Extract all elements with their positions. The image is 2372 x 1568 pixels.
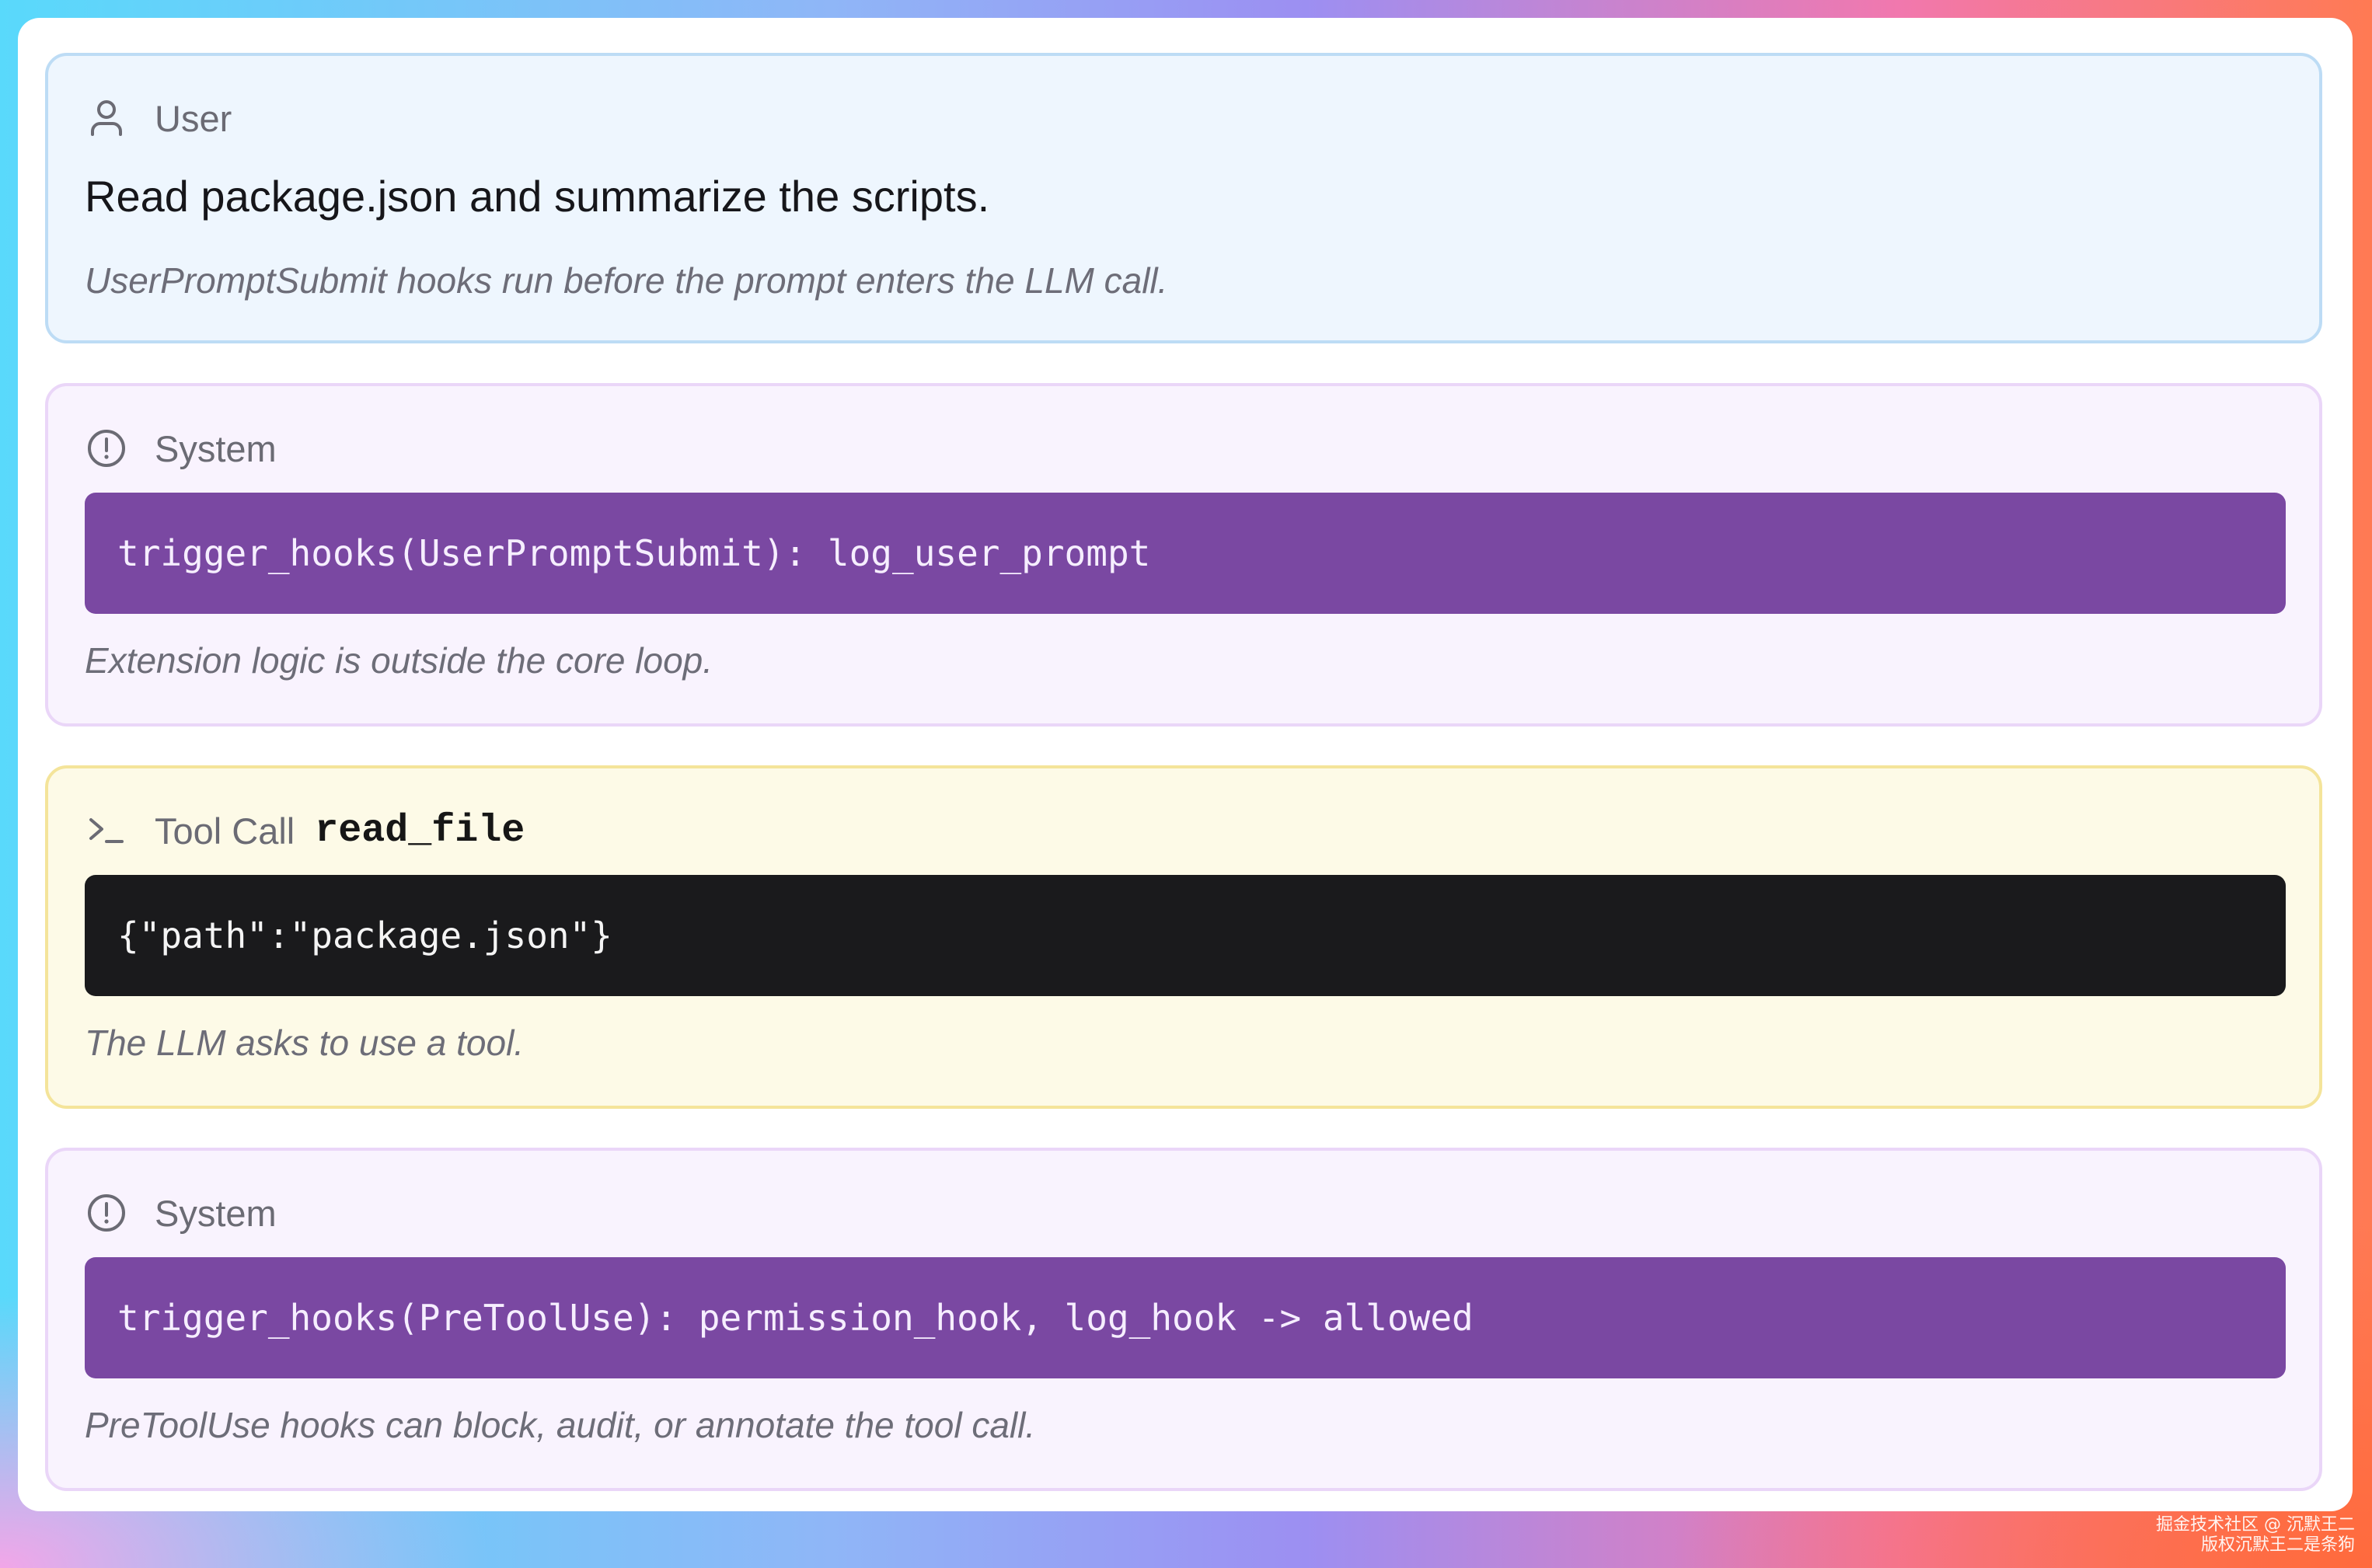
hook-trigger-code: trigger_hooks(PreToolUse): permission_ho… — [85, 1257, 2286, 1378]
watermark-line: 掘金技术社区 @ 沉默王二 — [2156, 1515, 2355, 1535]
role-label: User — [155, 97, 232, 139]
user-message-card: User Read package.json and summarize the… — [45, 53, 2322, 343]
message-note: The LLM asks to use a tool. — [85, 1023, 525, 1063]
message-note: UserPromptSubmit hooks run before the pr… — [85, 260, 1168, 301]
alert-circle-icon — [85, 1191, 128, 1235]
system-message-card: System trigger_hooks(UserPromptSubmit): … — [45, 383, 2322, 727]
message-header: System — [85, 1191, 277, 1235]
message-note: PreToolUse hooks can block, audit, or an… — [85, 1405, 1036, 1445]
tool-name: read_file — [315, 808, 525, 853]
alert-circle-icon — [85, 427, 128, 470]
watermark-line: 版权沉默王二是条狗 — [2200, 1535, 2355, 1555]
role-label: System — [155, 1192, 277, 1234]
message-header: System — [85, 427, 277, 470]
system-message-card: System trigger_hooks(PreToolUse): permis… — [45, 1148, 2322, 1491]
terminal-prompt-icon — [85, 809, 128, 852]
message-header: Tool Call read_file — [85, 808, 525, 853]
message-header: User — [85, 96, 232, 140]
role-label: System — [155, 427, 277, 469]
hook-trigger-code: trigger_hooks(UserPromptSubmit): log_use… — [85, 493, 2286, 614]
role-label: Tool Call — [155, 810, 295, 852]
message-note: Extension logic is outside the core loop… — [85, 640, 713, 681]
user-message-text: Read package.json and summarize the scri… — [85, 172, 990, 221]
conversation-panel: User Read package.json and summarize the… — [18, 18, 2353, 1511]
watermark: 掘金技术社区 @ 沉默王二 版权沉默王二是条狗 — [2156, 1515, 2355, 1556]
tool-call-card: Tool Call read_file {"path":"package.jso… — [45, 765, 2322, 1109]
tool-arguments-code: {"path":"package.json"} — [85, 875, 2286, 996]
user-icon — [85, 96, 128, 140]
